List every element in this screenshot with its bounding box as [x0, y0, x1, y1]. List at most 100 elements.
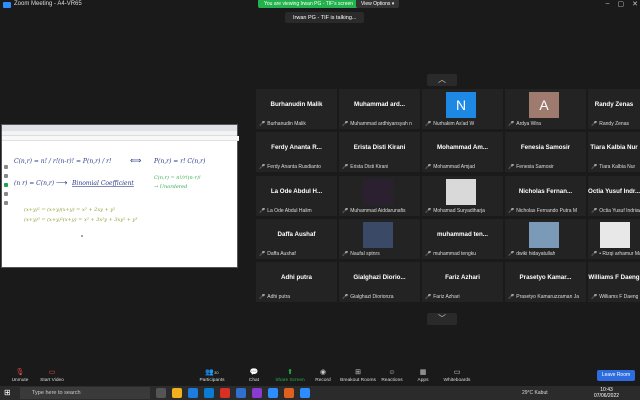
talking-indicator: Irwan PG - TIF is talking...	[285, 12, 365, 23]
participant-name: Nurhakim As'ad W	[433, 121, 475, 127]
share-banner: You are viewing Irwan PG - TIF's screen	[258, 0, 360, 8]
participant-tile[interactable]: Ferdy Ananta R... 🎤 Ferdy Ananta Rusdianto	[256, 132, 337, 172]
participant-name: Muhammad Aiddarunafis	[350, 208, 406, 214]
weather-widget[interactable]: 29°C Kabut	[522, 390, 548, 396]
participant-tile[interactable]: Tiara Kalbia Nur 🎤 Tiara Kalbia Nur	[588, 132, 640, 172]
firefox-icon[interactable]	[284, 388, 294, 398]
participant-tile[interactable]: A 🎤 Ardya Wira	[505, 89, 586, 129]
participant-name-label: 🎤Octia Yusuf Indriawan	[591, 208, 640, 214]
windows-start-icon[interactable]: ⊞	[4, 389, 12, 397]
participant-tile[interactable]: Fenesia Samosir 🎤 Fenesia Samosir	[505, 132, 586, 172]
meeting-toolbar: 🎙 Unmute ▭ Start Video 👥30 Participants …	[0, 366, 640, 386]
participant-tile[interactable]: Randy Zenas 🎤 Randy Zenas	[588, 89, 640, 129]
mic-muted-icon: 🎤	[591, 251, 598, 257]
word-icon[interactable]	[236, 388, 246, 398]
mic-muted-icon: 🎤	[259, 164, 266, 170]
participant-tile[interactable]: Gialghazi Diorio... 🎤 Gialghazi Diorionza	[339, 262, 420, 302]
minimize-icon[interactable]: –	[606, 0, 610, 8]
onenote-icon[interactable]	[252, 388, 262, 398]
participant-name-label: 🎤 Gialghazi Diorionza	[342, 294, 394, 300]
participant-tile[interactable]: Fariz Azhari 🎤 Fariz Azhari	[422, 262, 503, 302]
participant-name-label: 🎤 Mohamad Suryadiharja	[425, 208, 485, 214]
participant-tile[interactable]: 🎤 Muhammad Aiddarunafis	[339, 176, 420, 216]
wb-line2-note: C(n,r) = n!/r!(n-r)!	[154, 174, 201, 181]
participant-tile[interactable]: Nicholas Fernan... 🎤 Nicholas Fernando Put…	[505, 176, 586, 216]
chat-button[interactable]: 💬 Chat	[234, 366, 274, 386]
participant-name: Erista Disti Kirani	[350, 164, 389, 170]
participant-tile[interactable]: 🎤• Rizqi arhamur Ma'ruf	[588, 219, 640, 259]
participant-tile[interactable]: N 🎤 Nurhakim As'ad W	[422, 89, 503, 129]
participant-name-label: 🎤 Muhammad ardhiyansyah n	[342, 121, 412, 127]
file-explorer-icon[interactable]	[172, 388, 182, 398]
zoom-app-icon[interactable]	[268, 388, 278, 398]
start-video-button[interactable]: ▭ Start Video	[32, 366, 72, 386]
participant-name: Burhanudin Malik	[267, 121, 306, 127]
cursor-dot	[81, 235, 83, 237]
whiteboards-button[interactable]: ▭ Whiteboards	[437, 366, 477, 386]
avatar	[600, 222, 630, 248]
mic-muted-icon: 🎤	[425, 208, 432, 214]
maximize-icon[interactable]: ▢	[618, 0, 625, 8]
participant-name-label: 🎤 Ardya Wira	[508, 121, 541, 127]
participant-tile[interactable]: Octia Yusuf Indr... 🎤Octia Yusuf Indriawa…	[588, 176, 640, 216]
participant-name: Mohamad Suryadiharja	[433, 208, 485, 214]
window-controls: – ▢ ✕	[606, 0, 638, 8]
participant-name-label: 🎤 Williams F Daeng	[591, 294, 638, 300]
participant-tile[interactable]: Muhammad ard... 🎤 Muhammad ardhiyansyah n	[339, 89, 420, 129]
avatar	[363, 179, 393, 205]
mic-muted-icon: 🎤	[591, 294, 598, 300]
whiteboard-icon: ▭	[453, 369, 461, 376]
mic-muted-icon: 🎤	[508, 164, 515, 170]
participant-tile[interactable]: muhammad ten... 🎤 muhammad tengku	[422, 219, 503, 259]
taskbar-clock[interactable]: 10:43 07/06/2022	[594, 387, 619, 399]
participants-button[interactable]: 👥30 Participants	[192, 366, 232, 386]
participant-name-label: 🎤 La Ode Abdul Halim	[259, 208, 312, 214]
participant-tile[interactable]: 🎤 dwiki hidayatullah	[505, 219, 586, 259]
leave-room-button[interactable]: Leave Room	[597, 370, 635, 381]
participant-tile[interactable]: La Ode Abdul H... 🎤 La Ode Abdul Halim	[256, 176, 337, 216]
mic-muted-icon: 🎤	[259, 294, 266, 300]
record-button[interactable]: ◉ Record	[303, 366, 343, 386]
participant-tile[interactable]: Daffa Aushaf 🎤 Daffa Aushaf	[256, 219, 337, 259]
participant-tile[interactable]: Erista Disti Kirani 🎤 Erista Disti Kirani	[339, 132, 420, 172]
avatar-letter: A	[539, 97, 549, 113]
participant-name: Ardya Wira	[516, 121, 541, 127]
participant-tile[interactable]: 🎤 Naufal sptnrs	[339, 219, 420, 259]
wb-line2-left: (n r) = C(n,r)	[14, 180, 55, 187]
participant-display-name: Adhi putra	[281, 274, 312, 281]
store-icon[interactable]	[204, 388, 214, 398]
participant-name: Daffa Aushaf	[267, 251, 296, 257]
participant-tile[interactable]: Adhi putra 🎤 Adhi putra	[256, 262, 337, 302]
wb-line1-right: P(n,r) = r! C(n,r)	[153, 158, 206, 165]
participant-tile[interactable]: 🎤 Mohamad Suryadiharja	[422, 176, 503, 216]
grid-next-page-button[interactable]: ﹀	[427, 313, 457, 325]
close-icon[interactable]: ✕	[632, 0, 638, 8]
eraser-icon	[4, 174, 8, 178]
view-options-button[interactable]: View Options ▾	[356, 0, 400, 8]
edge-icon[interactable]	[188, 388, 198, 398]
chrome-icon[interactable]	[220, 388, 230, 398]
participant-display-name: Fariz Azhari	[445, 274, 480, 281]
task-view-icon[interactable]	[156, 388, 166, 398]
wb-line1-mid: = P(n,r) / r!	[76, 158, 112, 165]
windows-taskbar: ⊞ ⌕ Type here to search 29°C Kabut 10:43…	[0, 386, 640, 400]
wb-line3a: (x+y)² = (x+y)(x+y) = x² + 2xy + y²	[24, 206, 115, 213]
color-green-icon	[4, 183, 8, 187]
participant-name-label: 🎤 Burhanudin Malik	[259, 121, 306, 127]
participant-tile[interactable]: Burhanudin Malik 🎤 Burhanudin Malik	[256, 89, 337, 129]
participant-display-name: Mohammad Am...	[437, 144, 488, 151]
wb-line2-arrow: ⟶	[56, 178, 68, 187]
grid-prev-page-button[interactable]: ︿	[427, 74, 457, 86]
participant-tile[interactable]: Prasetyo Kamar... 🎤 Prasetyo Kamaruzzaman …	[505, 262, 586, 302]
whiteboard-toolbar	[2, 136, 239, 141]
wb-line1-arrow: ⟺	[130, 156, 142, 165]
participant-display-name: Williams F Daeng	[588, 274, 640, 281]
participant-tile[interactable]: Williams F Daeng 🎤 Williams F Daeng	[588, 262, 640, 302]
avatar	[529, 222, 559, 248]
taskbar-search-input[interactable]: Type here to search	[20, 387, 150, 399]
participant-display-name: Erista Disti Kirani	[353, 144, 406, 151]
whiteboard-side-tools	[4, 165, 9, 205]
participant-tile[interactable]: Mohammad Am... 🎤 Mohammad Amjad	[422, 132, 503, 172]
zoom-meeting-icon[interactable]	[300, 388, 310, 398]
participant-name-label: 🎤 Nicholas Fernando Putra M	[508, 208, 577, 214]
